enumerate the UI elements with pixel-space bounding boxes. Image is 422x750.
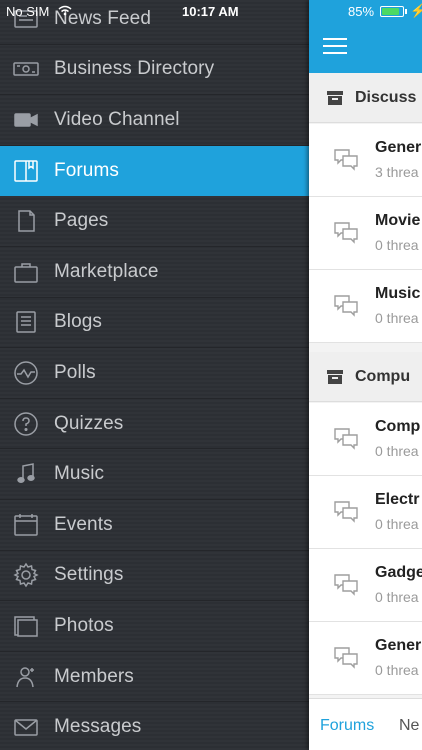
chat-bubbles-icon [333,499,359,525]
forum-row[interactable]: Electr 0 threa [309,476,422,549]
bottom-tab-bar: Forums Ne [309,698,422,750]
drawer-item-label: Pages [54,210,109,232]
drawer-item-events[interactable]: Events [0,500,309,551]
video-camera-icon [13,107,39,133]
forum-name: Gener [375,139,422,156]
charging-bolt-icon: ⚡ [410,3,422,18]
drawer-item-label: Forums [54,159,119,181]
drawer-item-forums[interactable]: Forums [0,145,309,197]
forum-row[interactable]: Comp 0 threa [309,403,422,476]
forum-row[interactable]: Gadge 0 threa [309,549,422,622]
chat-bubbles-icon [333,645,359,671]
drawer-item-members[interactable]: Members [0,652,309,703]
archive-box-icon [327,369,343,384]
forums-panel: Discuss Gener 3 threa Movie 0 threa Musi… [309,0,422,750]
forum-thread-count: 0 threa [375,662,419,678]
chat-bubbles-icon [333,220,359,246]
marketplace-icon [13,259,39,285]
section-title: Compu [355,367,411,385]
drawer-item-polls[interactable]: Polls [0,348,309,399]
drawer-menu: News Feed Business Directory Video Chann… [0,0,309,750]
forum-thread-count: 0 threa [375,516,419,532]
tab-forums[interactable]: Forums [320,717,374,735]
drawer-item-label: Music [54,463,105,485]
forum-row[interactable]: Movie 0 threa [309,197,422,270]
drawer-item-label: Video Channel [54,108,180,130]
forum-section-header: Discuss [309,73,422,123]
section-title: Discuss [355,88,417,106]
forum-row[interactable]: Gener 0 threa [309,622,422,695]
drawer-item-label: Members [54,665,134,687]
drawer-item-music[interactable]: Music [0,449,309,500]
photos-icon [13,613,39,639]
drawer-item-label: Photos [54,614,114,636]
chat-bubbles-icon [333,293,359,319]
drawer-item-marketplace[interactable]: Marketplace [0,247,309,298]
forum-row[interactable]: Gener 3 threa [309,124,422,197]
messages-envelope-icon [13,714,39,740]
hamburger-menu-icon[interactable] [323,38,347,56]
forums-icon [13,158,39,184]
forum-thread-count: 0 threa [375,237,419,253]
forum-name: Music [375,285,421,302]
drawer-item-label: Polls [54,361,96,383]
tab-next[interactable]: Ne [399,717,419,735]
drawer-item-label: Settings [54,564,124,586]
forum-thread-count: 3 threa [375,164,419,180]
drawer-item-quizzes[interactable]: Quizzes [0,399,309,450]
pages-icon [13,208,39,234]
status-bar: No SIM 10:17 AM 85% ⚡ [0,0,422,22]
drawer-item-label: Messages [54,716,142,738]
wifi-icon [58,4,72,19]
drawer-item-blogs[interactable]: Blogs [0,298,309,349]
settings-gear-icon [13,562,39,588]
forum-section-header: Compu [309,352,422,402]
drawer-item-label: Marketplace [54,260,159,282]
drawer-item-video-channel[interactable]: Video Channel [0,95,309,146]
forum-name: Comp [375,418,421,435]
battery-icon [380,6,404,17]
drawer-item-label: Quizzes [54,412,124,434]
drawer-item-photos[interactable]: Photos [0,601,309,652]
battery-percentage: 85% [348,4,375,19]
chat-bubbles-icon [333,572,359,598]
carrier-label: No SIM [6,4,50,19]
chat-bubbles-icon [333,426,359,452]
drawer-item-label: Blogs [54,311,103,333]
forum-name: Gadge [375,564,422,581]
navigation-drawer: News Feed Business Directory Video Chann… [0,0,309,750]
polls-icon [13,360,39,386]
music-note-icon [13,461,39,487]
clock-time: 10:17 AM [182,4,239,19]
archive-box-icon [327,90,343,105]
drawer-item-business-directory[interactable]: Business Directory [0,45,309,96]
forum-name: Electr [375,491,420,508]
battery-tip [405,9,407,14]
chat-bubbles-icon [333,147,359,173]
drawer-item-settings[interactable]: Settings [0,551,309,602]
business-directory-icon [13,56,39,82]
forum-name: Movie [375,212,421,229]
events-calendar-icon [13,512,39,538]
members-icon [13,664,39,690]
drawer-item-messages[interactable]: Messages [0,702,309,750]
forum-row[interactable]: Music 0 threa [309,270,422,343]
forum-thread-count: 0 threa [375,310,419,326]
forum-thread-count: 0 threa [375,589,419,605]
drawer-item-label: Events [54,513,113,535]
drawer-item-label: Business Directory [54,58,215,80]
quizzes-icon [13,411,39,437]
forum-name: Gener [375,637,422,654]
forum-thread-count: 0 threa [375,443,419,459]
blogs-icon [13,309,39,335]
drawer-item-pages[interactable]: Pages [0,196,309,247]
